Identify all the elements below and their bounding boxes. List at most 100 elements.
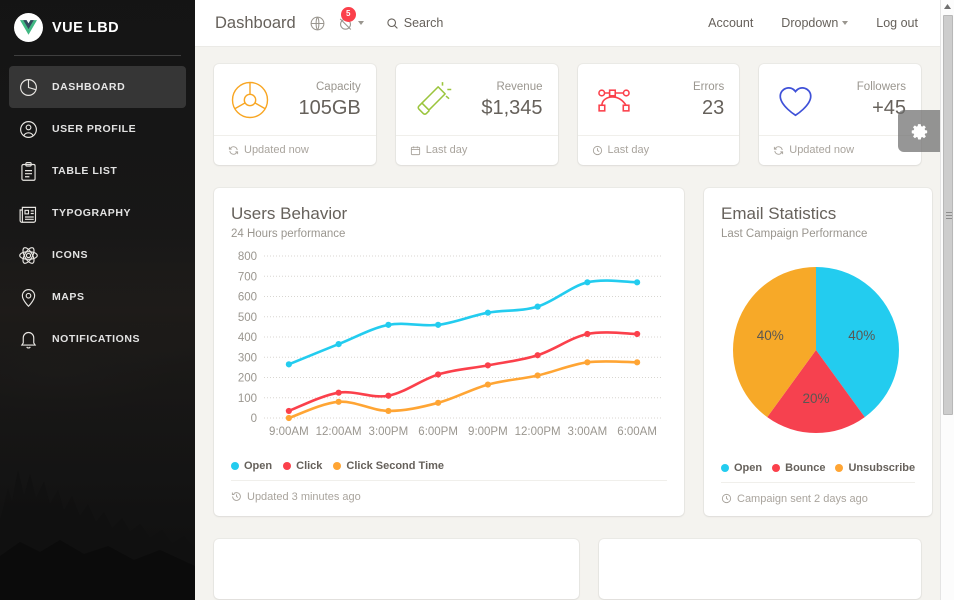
chart-card-row: Users Behavior 24 Hours performance 0100… [214,188,921,516]
nav-link-account[interactable]: Account [708,16,753,30]
search-icon [386,17,399,30]
nav-link-logout[interactable]: Log out [876,16,918,30]
legend-item-open[interactable]: Open [231,460,272,472]
bottom-card-right [599,539,921,599]
stat-footer-label: Last day [426,144,468,156]
donut-chart-icon [228,78,272,122]
legend-item-bounce[interactable]: Bounce [772,462,825,474]
search-button[interactable]: Search [386,16,444,30]
card-title: Users Behavior [231,203,667,226]
card-footer: Updated 3 minutes ago [231,480,667,514]
heart-icon [773,78,817,122]
svg-text:40%: 40% [848,328,875,343]
line-chart-legend: Open Click Click Second Time [214,453,684,480]
card-title: Email Statistics [721,203,915,226]
sidebar-item-label: Table List [52,165,117,177]
stat-value: +45 [825,96,906,121]
calendar-icon [410,145,421,156]
stat-footer: Updated now [214,135,376,165]
clipboard-icon [18,161,39,182]
newspaper-icon [18,203,39,224]
bottom-card-row [214,539,921,599]
stat-card-errors: Errors 23 Last day [578,64,740,165]
bottom-card-left [214,539,579,599]
map-pin-icon [18,287,39,308]
svg-text:300: 300 [238,352,257,364]
nav-link-label: Dropdown [781,16,838,30]
atom-icon [18,245,39,266]
sidebar-brand[interactable]: VUE LBD [0,0,195,55]
svg-text:3:00PM: 3:00PM [369,426,409,438]
legend-label: Unsubscribe [848,462,915,474]
pie-chart-legend: Open Bounce Unsubscribe [704,460,932,482]
page-title: Dashboard [215,14,296,33]
legend-label: Click Second Time [346,460,444,472]
card-subtitle: Last Campaign Performance [721,228,915,240]
stat-card-capacity: Capacity 105GB Updated now [214,64,376,165]
stat-card-revenue: Revenue $1,345 Last day [396,64,558,165]
card-footer-label: Campaign sent 2 days ago [737,493,868,505]
stat-footer-label: Last day [608,144,650,156]
legend-item-click-second-time[interactable]: Click Second Time [333,460,444,472]
notifications-dropdown[interactable]: 5 [337,15,364,32]
stat-footer: Last day [578,135,740,165]
stat-card-followers: Followers +45 Updated now [759,64,921,165]
legend-item-click[interactable]: Click [283,460,322,472]
sidebar-item-label: Notifications [52,333,140,345]
stat-footer: Last day [396,135,558,165]
svg-text:100: 100 [238,393,257,405]
gear-icon [909,121,929,141]
globe-icon[interactable] [309,15,326,32]
nav-link-dropdown[interactable]: Dropdown [781,16,848,30]
stat-value: 23 [644,96,725,121]
browser-scrollbar[interactable] [940,0,954,600]
stat-label: Followers [825,79,906,95]
user-circle-icon [18,119,39,140]
sidebar-item-table-list[interactable]: Table List [9,150,186,192]
search-label: Search [404,16,444,30]
sidebar-item-user-profile[interactable]: User Profile [9,108,186,150]
navbar-right-links: Account Dropdown Log out [708,16,918,30]
sidebar-item-typography[interactable]: Typography [9,192,186,234]
stat-label: Errors [644,79,725,95]
legend-color-dot [333,462,341,470]
refresh-icon [228,145,239,156]
svg-text:500: 500 [238,312,257,324]
stat-label: Capacity [280,79,361,95]
refresh-icon [773,145,784,156]
sidebar-item-maps[interactable]: Maps [9,276,186,318]
scrollbar-thumb[interactable] [943,15,953,415]
top-navbar: Dashboard 5 Search [195,0,940,47]
stat-footer-label: Updated now [244,144,309,156]
sidebar: VUE LBD Dashboard User Profile [0,0,195,600]
sidebar-item-notifications[interactable]: Notifications [9,318,186,360]
vector-nodes-icon [592,78,636,122]
triangle-up-icon[interactable] [941,0,954,13]
sidebar-item-icons[interactable]: Icons [9,234,186,276]
email-statistics-card: Email Statistics Last Campaign Performan… [704,188,932,516]
stat-value: 105GB [280,96,361,121]
svg-text:6:00PM: 6:00PM [418,426,458,438]
nav-link-label: Log out [876,16,918,30]
sidebar-item-dashboard[interactable]: Dashboard [9,66,186,108]
svg-text:6:00AM: 6:00AM [617,426,657,438]
vue-logo-icon [14,13,43,42]
legend-color-dot [721,464,729,472]
legend-color-dot [772,464,780,472]
svg-text:12:00AM: 12:00AM [316,426,362,438]
stat-card-row: Capacity 105GB Updated now [214,64,921,165]
history-icon [231,491,242,502]
svg-text:9:00PM: 9:00PM [468,426,508,438]
legend-item-unsubscribe[interactable]: Unsubscribe [835,462,915,474]
card-subtitle: 24 Hours performance [231,228,667,240]
clock-icon [592,145,603,156]
legend-color-dot [231,462,239,470]
main-panel: Dashboard 5 Search [195,0,940,600]
svg-text:400: 400 [238,332,257,344]
megaphone-icon [410,78,454,122]
settings-button[interactable] [898,110,940,152]
sidebar-item-label: Icons [52,249,88,261]
sidebar-brand-label: VUE LBD [52,20,119,36]
grip-lines-icon [946,212,952,219]
legend-item-open[interactable]: Open [721,462,762,474]
